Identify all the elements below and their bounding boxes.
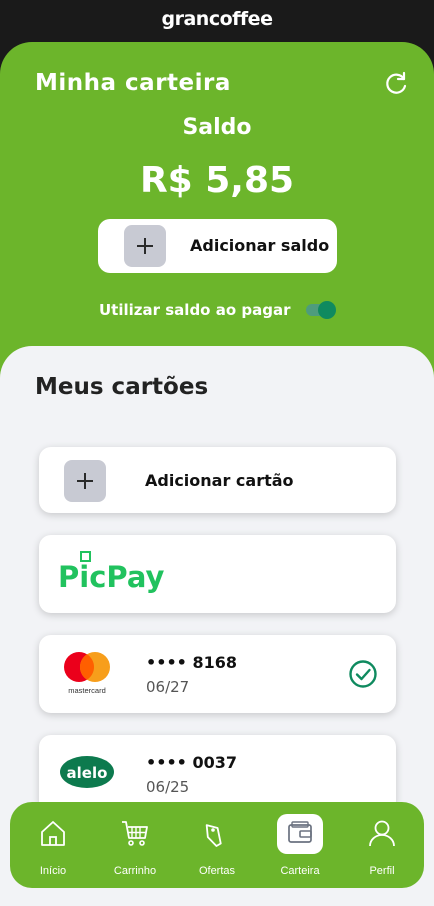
plus-icon <box>124 225 166 267</box>
nav-label: Carrinho <box>113 865 157 877</box>
nav-item-ofertas[interactable]: Ofertas <box>177 802 257 888</box>
balance-value: R$ 5,85 <box>139 160 295 201</box>
home-icon <box>41 821 65 846</box>
balance-label: Saldo <box>182 115 252 140</box>
cart-icon <box>122 821 148 846</box>
card-expiry: 06/27 <box>146 678 190 696</box>
svg-text:mastercard: mastercard <box>68 686 106 695</box>
plus-icon <box>64 460 106 502</box>
nav-label: Início <box>39 865 67 877</box>
card-number: •••• 0037 <box>146 753 238 772</box>
cards-section-title: Meus cartões <box>35 374 209 400</box>
add-card-label: Adicionar cartão <box>145 471 294 490</box>
nav-item-inicio[interactable]: Início <box>13 802 93 888</box>
card-item-picpay[interactable]: PicPay <box>39 535 396 613</box>
nav-label: Ofertas <box>198 865 236 877</box>
page-title: Minha carteira <box>35 70 231 96</box>
nav-label: Perfil <box>369 865 395 877</box>
tag-icon <box>205 824 222 847</box>
user-icon <box>369 820 395 847</box>
nav-label: Carteira <box>280 865 320 877</box>
brand-logo: grancoffee <box>161 8 273 30</box>
svg-text:alelo: alelo <box>67 764 108 782</box>
status-bar: grancoffee <box>0 0 434 44</box>
picpay-logo: PicPay <box>58 551 165 594</box>
alelo-logo: alelo <box>60 756 114 788</box>
add-balance-label: Adicionar saldo <box>190 236 330 255</box>
use-balance-toggle[interactable] <box>306 300 336 320</box>
nav-item-carrinho[interactable]: Carrinho <box>95 802 175 888</box>
refresh-icon[interactable] <box>384 70 410 96</box>
card-number: •••• 8168 <box>146 653 238 672</box>
add-balance-button[interactable]: Adicionar saldo <box>98 219 337 273</box>
mastercard-logo: mastercard <box>64 652 110 695</box>
check-circle-icon <box>349 660 377 688</box>
wallet-icon <box>288 821 312 843</box>
nav-item-perfil[interactable]: Perfil <box>342 802 422 888</box>
nav-item-carteira[interactable]: Carteira <box>260 802 340 888</box>
use-balance-label: Utilizar saldo ao pagar <box>99 301 291 319</box>
bottom-nav: Início Carrinho Ofertas Carteira Perfil <box>10 802 424 888</box>
add-card-button[interactable]: Adicionar cartão <box>39 447 396 513</box>
toggle-knob <box>318 301 336 319</box>
card-item-mastercard[interactable]: mastercard •••• 8168 06/27 <box>39 635 396 713</box>
card-expiry: 06/25 <box>146 778 190 796</box>
svg-text:PicPay: PicPay <box>58 560 165 594</box>
